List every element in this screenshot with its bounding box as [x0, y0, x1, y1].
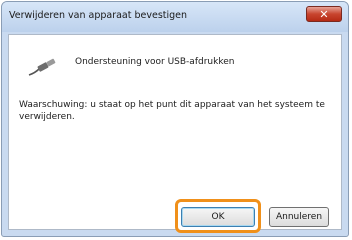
dialog-title: Verwijderen van apparaat bevestigen: [9, 10, 188, 21]
cancel-button[interactable]: Annuleren: [269, 207, 329, 227]
close-button[interactable]: ✕: [306, 6, 342, 22]
warning-text: Waarschuwing: u staat op het punt dit ap…: [19, 100, 325, 122]
usb-cable-icon: [28, 58, 56, 76]
dialog-content: Ondersteuning voor USB-afdrukken Waarsch…: [8, 34, 342, 233]
close-icon: ✕: [319, 7, 329, 21]
title-bar[interactable]: Verwijderen van apparaat bevestigen ✕: [2, 2, 348, 32]
device-name: Ondersteuning voor USB-afdrukken: [75, 57, 235, 67]
ok-button[interactable]: OK: [181, 207, 255, 227]
dialog-window: Verwijderen van apparaat bevestigen ✕ On…: [1, 1, 349, 237]
